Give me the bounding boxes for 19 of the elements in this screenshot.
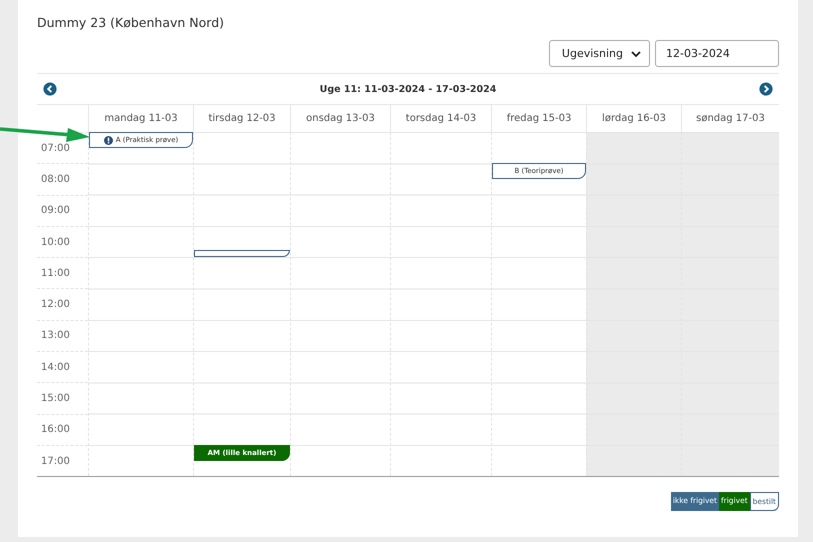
previous-week-button[interactable] <box>43 82 57 96</box>
time-label: 16:00 <box>41 424 70 436</box>
chevron-down-icon <box>631 50 641 56</box>
time-label: 09:00 <box>41 205 70 216</box>
time-label: 08:00 <box>41 174 70 185</box>
time-label: 15:00 <box>41 393 70 404</box>
time-label: 17:00 <box>41 456 70 467</box>
time-label: 10:00 <box>41 236 70 248</box>
time-label: 12:00 <box>41 299 70 310</box>
time-label: 11:00 <box>41 268 70 279</box>
calendar-event[interactable] <box>194 250 290 258</box>
page-title: Dummy 23 (København Nord) <box>37 14 226 32</box>
time-label: 07:00 <box>41 142 70 154</box>
next-week-button[interactable] <box>759 82 773 96</box>
time-label: 13:00 <box>41 330 70 342</box>
week-range-label: Uge 11: 11-03-2024 - 17-03-2024 <box>320 84 496 94</box>
view-select[interactable]: Ugevisning <box>548 40 650 67</box>
date-field[interactable]: 12-03-2024 <box>655 40 779 67</box>
time-label: 14:00 <box>41 362 70 373</box>
